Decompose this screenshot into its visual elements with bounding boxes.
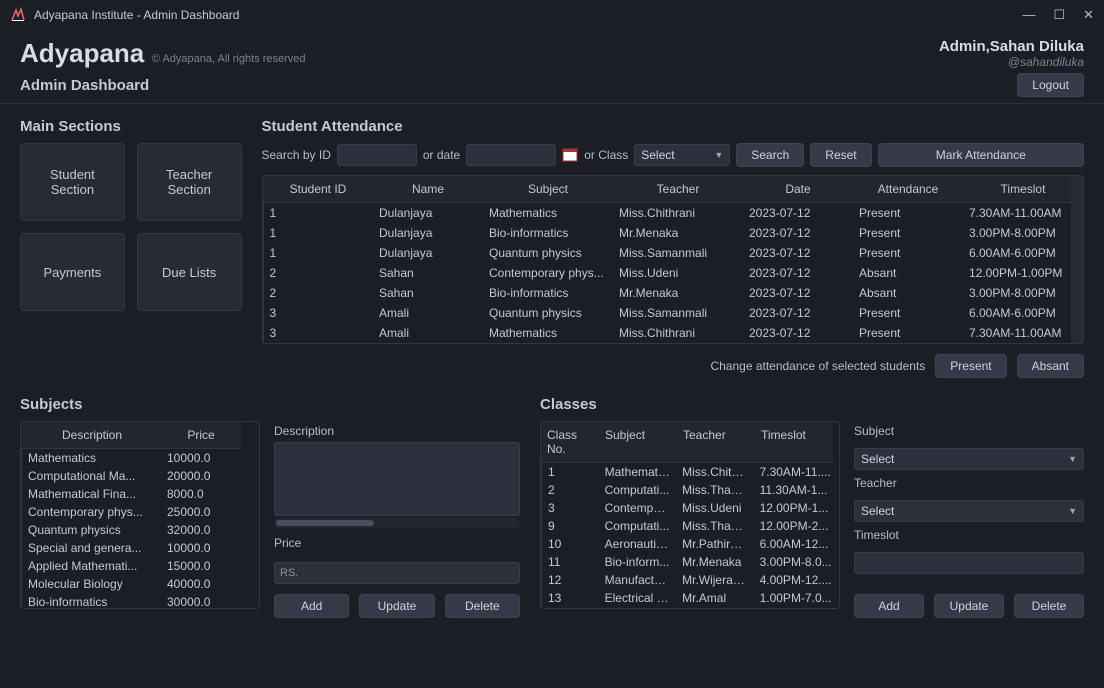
search-id-input[interactable]: [337, 144, 417, 166]
search-button[interactable]: Search: [736, 143, 804, 167]
table-header[interactable]: Description: [21, 422, 161, 449]
or-class-label: or Class: [584, 148, 628, 162]
table-row[interactable]: Computational Ma...20000.0: [21, 467, 259, 485]
present-button[interactable]: Present: [935, 354, 1006, 378]
table-header[interactable]: Timeslot: [755, 422, 833, 463]
chevron-down-icon: ▼: [1068, 454, 1077, 464]
table-row[interactable]: 3Contempor...Miss.Udeni12.00PM-1...: [541, 499, 839, 517]
search-id-label: Search by ID: [262, 148, 331, 162]
subjects-table[interactable]: DescriptionPrice Mathematics10000.0Compu…: [20, 421, 260, 609]
table-row[interactable]: Quantum physics32000.0: [21, 521, 259, 539]
table-header[interactable]: Attendance: [853, 176, 963, 203]
table-header[interactable]: Subject: [483, 176, 613, 203]
table-header[interactable]: Teacher: [677, 422, 755, 463]
table-row[interactable]: Applied Mathemati...15000.0: [21, 557, 259, 575]
tile-student-section[interactable]: Student Section: [20, 143, 125, 221]
table-header[interactable]: Class No.: [541, 422, 599, 463]
attendance-title: Student Attendance: [262, 118, 1085, 135]
table-row[interactable]: 2SahanContemporary phys...Miss.Udeni2023…: [263, 263, 1083, 283]
table-row[interactable]: 13Electrical E...Mr.Amal1.00PM-7.0...: [541, 589, 839, 607]
app-icon: [10, 7, 26, 23]
table-row[interactable]: 1DulanjayaQuantum physicsMiss.Samanmali2…: [263, 243, 1083, 263]
change-attendance-label: Change attendance of selected students: [710, 359, 925, 373]
table-row[interactable]: Special and genera...10000.0: [21, 539, 259, 557]
table-row[interactable]: 3AmaliMathematicsMiss.Chithrani2023-07-1…: [263, 323, 1083, 343]
minimize-button[interactable]: —: [1022, 7, 1035, 23]
subjects-title: Subjects: [20, 396, 260, 413]
class-teacher-label: Teacher: [854, 476, 1084, 490]
table-row[interactable]: 1MathematicsMiss.Chithr...7.30AM-11....: [541, 463, 839, 481]
page-title: Admin Dashboard: [20, 77, 149, 94]
description-label: Description: [274, 424, 520, 438]
class-timeslot-label: Timeslot: [854, 528, 1084, 542]
class-subject-select[interactable]: Select▼: [854, 448, 1084, 470]
class-subject-label: Subject: [854, 424, 1084, 438]
classes-table[interactable]: Class No.SubjectTeacherTimeslot 1Mathema…: [540, 421, 840, 609]
search-date-input[interactable]: [466, 144, 556, 166]
table-row[interactable]: Mathematical Fina...8000.0: [21, 485, 259, 503]
table-header[interactable]: Subject: [599, 422, 677, 463]
class-add-button[interactable]: Add: [854, 594, 924, 618]
table-row[interactable]: 11Bio-inform...Mr.Menaka3.00PM-8.0...: [541, 553, 839, 571]
table-row[interactable]: Molecular Biology40000.0: [21, 575, 259, 593]
subject-add-button[interactable]: Add: [274, 594, 349, 618]
table-header[interactable]: Student ID: [263, 176, 373, 203]
table-row[interactable]: 2SahanBio-informaticsMr.Menaka2023-07-12…: [263, 283, 1083, 303]
mark-attendance-button[interactable]: Mark Attendance: [878, 143, 1084, 167]
table-row[interactable]: Mathematics10000.0: [21, 449, 259, 467]
titlebar: Adyapana Institute - Admin Dashboard — ☐…: [0, 0, 1104, 30]
calendar-icon[interactable]: [562, 147, 578, 163]
chevron-down-icon: ▼: [714, 150, 723, 160]
class-delete-button[interactable]: Delete: [1014, 594, 1084, 618]
table-header[interactable]: Price: [161, 422, 241, 449]
window-title: Adyapana Institute - Admin Dashboard: [34, 8, 1022, 22]
table-row[interactable]: 3AmaliQuantum physicsMiss.Samanmali2023-…: [263, 303, 1083, 323]
table-row[interactable]: 12Manufactur...Mr.Wijerath...4.00PM-12..…: [541, 571, 839, 589]
close-button[interactable]: ✕: [1083, 7, 1094, 23]
table-header[interactable]: Teacher: [613, 176, 743, 203]
reset-button[interactable]: Reset: [810, 143, 871, 167]
classes-title: Classes: [540, 396, 840, 413]
subject-delete-button[interactable]: Delete: [445, 594, 520, 618]
table-row[interactable]: Contemporary phys...25000.0: [21, 503, 259, 521]
description-input[interactable]: [274, 442, 520, 516]
or-date-label: or date: [423, 148, 460, 162]
table-row[interactable]: 1DulanjayaBio-informaticsMr.Menaka2023-0…: [263, 223, 1083, 243]
copyright: © Adyapana, All rights reserved: [152, 53, 306, 65]
chevron-down-icon: ▼: [1068, 506, 1077, 516]
scrollbar-vertical[interactable]: [1071, 176, 1083, 343]
table-header[interactable]: Timeslot: [963, 176, 1083, 203]
attendance-table[interactable]: Student IDNameSubjectTeacherDateAttendan…: [262, 175, 1085, 344]
brand-name: Adyapana: [20, 38, 144, 68]
table-row[interactable]: 9Computati...Miss.Tham...12.00PM-2...: [541, 517, 839, 535]
tile-teacher-section[interactable]: Teacher Section: [137, 143, 242, 221]
table-row[interactable]: 10Aeronautic...Mr.Pathirana6.00AM-12...: [541, 535, 839, 553]
table-header[interactable]: Name: [373, 176, 483, 203]
logout-button[interactable]: Logout: [1017, 73, 1084, 97]
tile-payments[interactable]: Payments: [20, 233, 125, 311]
tile-due-lists[interactable]: Due Lists: [137, 233, 242, 311]
table-row[interactable]: 1DulanjayaMathematicsMiss.Chithrani2023-…: [263, 203, 1083, 224]
currency-label: RS.: [280, 567, 298, 579]
class-select[interactable]: Select▼: [634, 144, 730, 166]
absent-button[interactable]: Absant: [1017, 354, 1084, 378]
table-row[interactable]: 2Computati...Miss.Tham...11.30AM-1...: [541, 481, 839, 499]
table-row[interactable]: Bio-informatics30000.0: [21, 593, 259, 609]
class-teacher-select[interactable]: Select▼: [854, 500, 1084, 522]
table-row[interactable]: 14Contempor...Miss.Udeni10.00AM-1...: [541, 607, 839, 609]
subject-update-button[interactable]: Update: [359, 594, 434, 618]
price-input[interactable]: [274, 562, 520, 584]
price-label: Price: [274, 536, 520, 550]
main-sections-title: Main Sections: [20, 118, 242, 135]
table-header[interactable]: Date: [743, 176, 853, 203]
scrollbar-horizontal[interactable]: [274, 518, 520, 528]
class-update-button[interactable]: Update: [934, 594, 1004, 618]
maximize-button[interactable]: ☐: [1053, 7, 1065, 23]
class-timeslot-input[interactable]: [854, 552, 1084, 574]
user-handle: @sahandiluka: [939, 55, 1084, 69]
user-name: Admin,Sahan Diluka: [939, 38, 1084, 55]
